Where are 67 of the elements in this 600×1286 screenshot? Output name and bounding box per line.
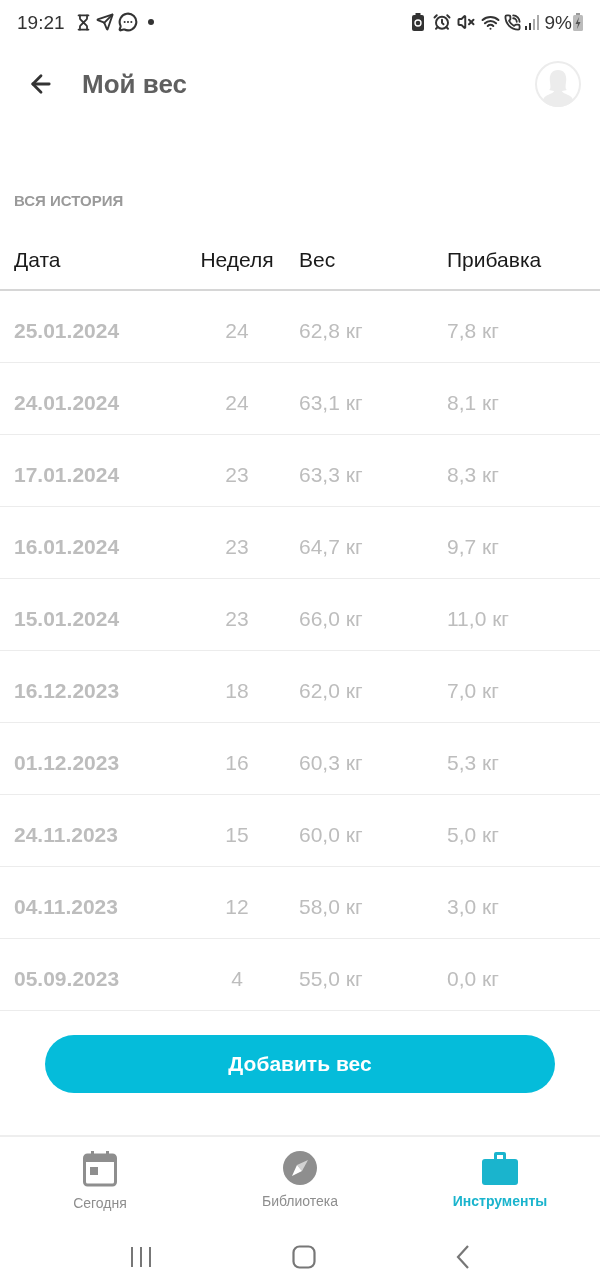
weight-cell-text: 63,1 кг	[299, 389, 364, 416]
back-icon[interactable]	[456, 1244, 470, 1269]
date-cell-text: 16.01.2024	[14, 533, 121, 560]
date-cell-text: 15.01.2024	[14, 605, 121, 632]
week-cell-text: 12	[224, 893, 250, 920]
week-cell-text: 16	[224, 749, 250, 776]
column-header: Дата	[14, 247, 62, 274]
weight-cell-text: 58,0 кг	[299, 893, 364, 920]
gain-cell-text: 3,0 кг	[447, 893, 499, 920]
date-cell-text: 24.01.2024	[14, 389, 121, 416]
gain-cell-text: 5,0 кг	[447, 821, 499, 848]
phone-call-icon	[503, 13, 521, 31]
date-cell-text: 25.01.2024	[14, 317, 121, 344]
week-cell-text: 24	[224, 389, 250, 416]
compass-icon	[283, 1151, 317, 1185]
date-cell-text: 04.11.2023	[14, 893, 119, 920]
column-header: Неделя	[199, 247, 275, 274]
status-time: 19:21	[17, 12, 65, 32]
gain-cell-text: 7,0 кг	[447, 677, 499, 704]
home-icon[interactable]	[292, 1244, 316, 1269]
battery-icon	[573, 13, 583, 31]
weight-cell-text: 60,0 кг	[299, 821, 364, 848]
battery-saver-icon	[411, 13, 424, 31]
mute-icon	[456, 13, 475, 31]
chat-bubble-icon	[117, 12, 138, 32]
week-cell-text: 23	[224, 461, 250, 488]
weight-cell-text: 64,7 кг	[299, 533, 364, 560]
week-cell-text: 18	[224, 677, 250, 704]
briefcase-icon	[482, 1151, 518, 1185]
weight-cell-text: 66,0 кг	[299, 605, 364, 632]
gain-cell-text: 7,8 кг	[447, 317, 499, 344]
page-title: Мой вес	[82, 71, 187, 97]
weight-cell-text: 60,3 кг	[299, 749, 364, 776]
nav-tab[interactable]: Библиотека	[200, 1137, 400, 1227]
week-cell-text: 23	[224, 533, 250, 560]
recent-apps-icon[interactable]	[130, 1245, 152, 1268]
date-cell-text: 05.09.2023	[14, 965, 121, 992]
calendar-icon	[83, 1151, 117, 1187]
gain-cell-text: 8,3 кг	[447, 461, 499, 488]
gain-cell-text: 8,1 кг	[447, 389, 499, 416]
column-header: Вес	[299, 247, 337, 274]
alarm-clock-icon	[432, 13, 451, 31]
gain-cell-text: 9,7 кг	[447, 533, 499, 560]
week-cell-text: 23	[224, 605, 250, 632]
paper-plane-icon	[95, 13, 114, 31]
add-weight-button[interactable]: Добавить вес	[45, 1035, 555, 1093]
weight-cell-text: 63,3 кг	[299, 461, 364, 488]
weight-cell-text: 62,8 кг	[299, 317, 364, 344]
section-title: ВСЯ ИСТОРИЯ	[14, 192, 124, 209]
week-cell-text: 4	[230, 965, 244, 992]
date-cell-text: 17.01.2024	[14, 461, 121, 488]
date-cell-text: 16.12.2023	[14, 677, 121, 704]
nav-tab[interactable]: Сегодня	[0, 1137, 200, 1227]
dot-icon	[147, 19, 154, 25]
weight-cell-text: 55,0 кг	[299, 965, 364, 992]
date-cell-text: 01.12.2023	[14, 749, 121, 776]
weight-cell-text: 62,0 кг	[299, 677, 364, 704]
gain-cell-text: 11,0 кг	[447, 605, 509, 632]
nav-tab[interactable]: Инструменты	[400, 1137, 600, 1227]
battery-percent: 9%	[544, 12, 572, 32]
date-cell-text: 24.11.2023	[14, 821, 119, 848]
gain-cell-text: 5,3 кг	[447, 749, 499, 776]
week-cell-text: 24	[224, 317, 250, 344]
week-cell-text: 15	[224, 821, 250, 848]
gain-cell-text: 0,0 кг	[447, 965, 499, 992]
signal-icon	[524, 14, 539, 30]
column-header: Прибавка	[447, 247, 542, 274]
